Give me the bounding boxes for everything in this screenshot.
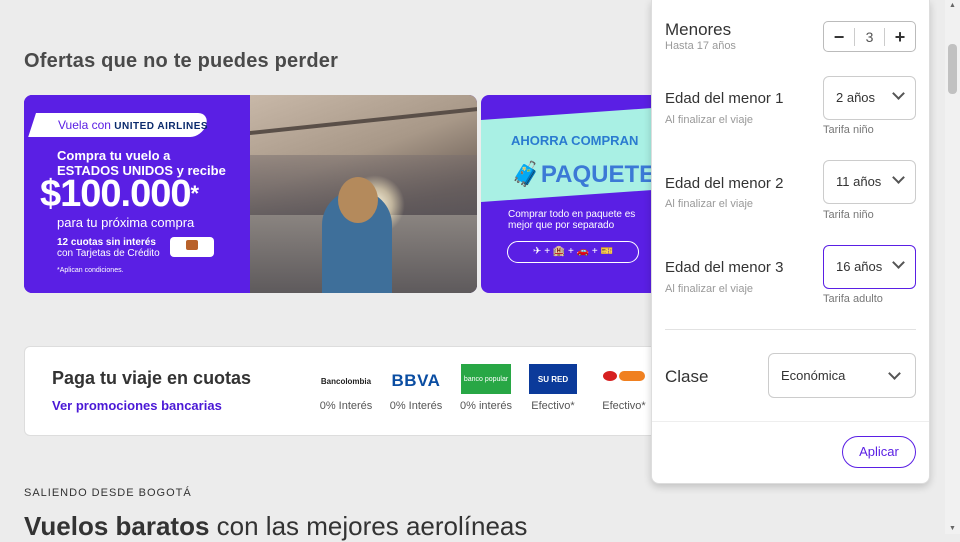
banner-amount: $100.000* [40, 173, 199, 215]
child2-sublabel: Al finalizar el viaje [665, 198, 754, 210]
bank-bbva: BBVA 0% Interés [389, 371, 443, 412]
banner-photo [250, 95, 477, 293]
united-tag-text: Vuela con UNITED AIRLINES [58, 118, 209, 132]
chevron-down-icon [888, 367, 901, 380]
child2-age-select[interactable]: 11 años [823, 160, 916, 204]
section-eyebrow: SALIENDO DESDE BOGOTÁ [24, 487, 192, 499]
package-icons: ✈ + 🏨 + 🚗 + 🎫 [507, 241, 639, 263]
banner-cuotas: 12 cuotas sin interés con Tarjetas de Cré… [57, 237, 160, 259]
banner2-subtext: Comprar todo en paquete es mejor que por… [508, 209, 636, 231]
page-scrollbar[interactable]: ▲ ▼ [945, 0, 960, 534]
child1-sublabel: Al finalizar el viaje [665, 114, 754, 126]
bank-promos-link[interactable]: Ver promociones bancarias [52, 398, 222, 413]
banner-footnote: *Aplican condiciones. [57, 267, 124, 274]
child3-label: Edad del menor 3 [665, 259, 784, 276]
child3-sublabel: Al finalizar el viaje [665, 283, 754, 295]
scroll-down-icon[interactable]: ▼ [949, 525, 956, 532]
panel-footer-divider [652, 421, 929, 422]
child1-label: Edad del menor 1 [665, 90, 784, 107]
chevron-down-icon [892, 87, 905, 100]
menores-count: 3 [854, 27, 885, 46]
scroll-up-icon[interactable]: ▲ [949, 2, 956, 9]
panel-divider [665, 329, 916, 330]
child2-tarifa: Tarifa niño [823, 209, 874, 221]
clase-label: Clase [665, 367, 709, 386]
packages-promo-banner[interactable] [481, 95, 661, 293]
plus-button[interactable]: + [885, 22, 915, 52]
child1-age-select[interactable]: 2 años [823, 76, 916, 120]
davivienda-logo [170, 237, 214, 257]
minus-button[interactable]: − [824, 22, 854, 52]
bank-baloto: Efectivo* [596, 366, 652, 412]
banner2-headline: AHORRA COMPRAN [511, 133, 639, 148]
chevron-down-icon [892, 171, 905, 184]
banner2-paquete: 🧳PAQUETE [511, 161, 656, 188]
bank-popular: banco popular 0% interés [456, 364, 516, 412]
scroll-thumb[interactable] [948, 44, 957, 94]
menores-label: Menores [665, 20, 732, 39]
bank-sured: SU RED Efectivo* [525, 364, 581, 412]
child1-tarifa: Tarifa niño [823, 124, 874, 136]
suitcase-icon: 🧳 [511, 161, 541, 188]
child2-label: Edad del menor 2 [665, 175, 784, 192]
child3-tarifa: Tarifa adulto [823, 293, 883, 305]
cuotas-title: Paga tu viaje en cuotas [52, 368, 252, 388]
banner-subline: para tu próxima compra [57, 215, 195, 230]
chevron-down-icon [892, 256, 905, 269]
bank-bancolombia: Bancolombia 0% Interés [319, 376, 373, 413]
menores-stepper: − 3 + [823, 21, 916, 52]
baloto-logo [599, 371, 649, 391]
section-title: Vuelos baratos con las mejores aerolínea… [24, 511, 528, 541]
offers-heading: Ofertas que no te puedes perder [24, 50, 339, 72]
apply-button[interactable]: Aplicar [842, 436, 916, 468]
clase-select[interactable]: Económica [768, 353, 916, 398]
passenger-panel [651, 0, 930, 484]
child3-age-select[interactable]: 16 años [823, 245, 916, 289]
menores-sublabel: Hasta 17 años [665, 40, 736, 52]
